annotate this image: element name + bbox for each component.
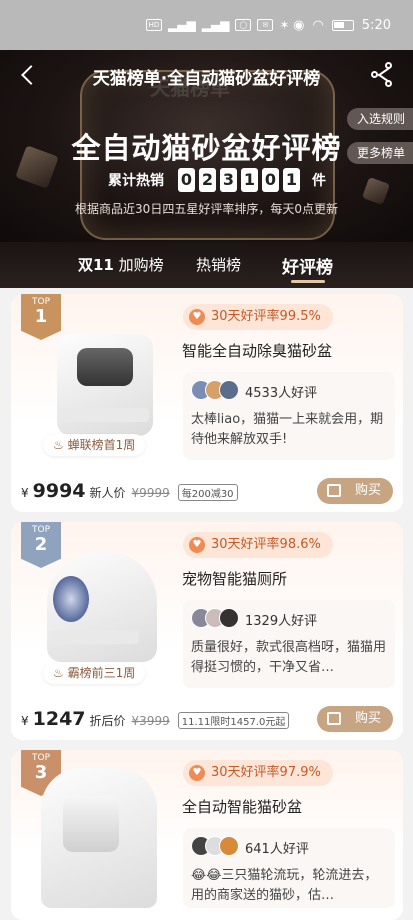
app-notification-icon: ◯: [235, 19, 252, 31]
review-box: 641人好评 😂😂三只猫轮流玩，轮流进去，用的商家送的猫砂，估…: [183, 828, 395, 908]
sales-unit: 件: [312, 173, 326, 189]
signal-icon: ▂▄▆: [168, 18, 196, 32]
review-count: 4533人好评: [245, 386, 318, 401]
avatar: [219, 836, 239, 856]
cart-icon: [327, 712, 341, 725]
sales-digit: 3: [220, 168, 237, 192]
original-price: ¥3999: [131, 714, 170, 728]
product-name[interactable]: 宠物智能猫厕所: [182, 568, 287, 589]
sales-digit: 2: [199, 168, 216, 192]
rank-tagline: ♨ 霸榜前三1周: [43, 662, 146, 684]
rating-badge: ♥ 30天好评率97.9%: [183, 760, 333, 786]
review-count: 641人好评: [245, 842, 309, 857]
review-text: 太棒liao，猫猫一上来就会用，期待他来解放双手!: [191, 412, 384, 447]
buy-button[interactable]: 购买: [317, 706, 393, 732]
signal-icon: ▂▄▆: [201, 18, 230, 32]
heart-icon: ♥: [189, 765, 205, 781]
page-title: 全自动猫砂盆好评榜: [71, 131, 342, 165]
review-box: 1329人好评 质量很好，款式很高档呀，猫猫用得挺习惯的，干净又省…: [183, 600, 395, 688]
reviewer-avatars: [191, 836, 239, 856]
status-time: 5:20: [361, 18, 391, 33]
price-line: ¥ 1247 折后价 ¥3999 11.11限时1457.0元起: [21, 708, 290, 730]
product-card[interactable]: TOP 3 ♥ 30天好评率97.9% 全自动智能猫砂盆 641人好评 😂😂三只猫…: [11, 750, 403, 920]
sales-digit: 0: [262, 168, 279, 192]
sales-label: 累计热销: [108, 173, 164, 189]
buy-button[interactable]: 购买: [317, 478, 393, 504]
avatar: [219, 380, 239, 400]
product-card[interactable]: TOP 2 ♨ 霸榜前三1周 ♥ 30天好评率98.6% 宠物智能猫厕所 1329…: [11, 522, 403, 740]
avatar: [219, 608, 239, 628]
promo-tag: 每200减30: [177, 484, 238, 501]
sales-digit: 1: [283, 168, 300, 192]
rating-badge: ♥ 30天好评率99.5%: [183, 304, 333, 330]
sales-digit: 0: [178, 168, 195, 192]
ranking-tabs: 双11 加购榜 热销榜 好评榜: [0, 242, 413, 288]
product-name[interactable]: 智能全自动除臭猫砂盆: [182, 340, 332, 361]
tab-label: 加购榜: [118, 256, 164, 274]
original-price: ¥9999: [131, 486, 170, 500]
product-image[interactable]: [57, 334, 153, 436]
rank-badge: TOP 2: [21, 522, 61, 568]
price-label: 折后价: [89, 714, 126, 728]
hd-icon: HD: [146, 19, 162, 31]
double11-logo: 双11: [78, 256, 114, 274]
status-icons: HD ▂▄▆ ▂▄▆ ◯ ✉ ✶: [146, 18, 289, 32]
battery-icon: [331, 20, 354, 31]
promo-tag: 11.11限时1457.0元起: [177, 712, 290, 729]
product-image[interactable]: [47, 552, 157, 662]
nav-title: 天猫榜单·全自动猫砂盆好评榜: [92, 69, 321, 89]
app-icon: ✶: [279, 18, 290, 32]
rank-tagline: ♨ 蝉联榜首1周: [43, 434, 146, 456]
tab-good-reviews[interactable]: 好评榜: [282, 253, 333, 278]
share-icon[interactable]: [371, 62, 397, 88]
reviewer-avatars: [191, 380, 239, 400]
sales-counter: 累计热销 0 2 3 1 0 1 件: [108, 168, 326, 192]
price: 9994: [32, 480, 86, 502]
cart-icon: [327, 484, 341, 497]
tab-add-to-cart[interactable]: 双11 加购榜: [78, 254, 164, 275]
review-text: 质量很好，款式很高档呀，猫猫用得挺习惯的，干净又省…: [191, 640, 387, 675]
hero-banner: 天猫榜单 天猫榜单·全自动猫砂盆好评榜 入选规则 更多榜单 全自动猫砂盆好评榜 …: [0, 50, 413, 242]
eye-icon: ◉: [293, 18, 305, 33]
reviewer-avatars: [191, 608, 239, 628]
status-bar: HD ▂▄▆ ▂▄▆ ◯ ✉ ✶ ◉ ◠ 5:20: [0, 0, 413, 50]
mail-icon: ✉: [257, 19, 274, 31]
review-box: 4533人好评 太棒liao，猫猫一上来就会用，期待他来解放双手!: [183, 372, 395, 460]
heart-icon: ♥: [189, 309, 205, 325]
wifi-icon: ◠: [312, 18, 324, 33]
review-text: 😂😂三只猫轮流玩，轮流进去，用的商家送的猫砂，估…: [191, 868, 378, 903]
tab-hot-sales[interactable]: 热销榜: [196, 254, 241, 275]
price-line: ¥ 9994 新人价 ¥9999 每200减30: [21, 480, 238, 502]
price-label: 新人价: [89, 486, 126, 500]
active-tab-indicator: [291, 280, 325, 283]
heart-icon: ♥: [189, 537, 205, 553]
rating-badge: ♥ 30天好评率98.6%: [183, 532, 333, 558]
sales-digit: 1: [241, 168, 258, 192]
review-count: 1329人好评: [245, 614, 318, 629]
price: 1247: [32, 708, 86, 730]
product-card[interactable]: TOP 1 ♨ 蝉联榜首1周 ♥ 30天好评率99.5% 智能全自动除臭猫砂盆 4…: [11, 294, 403, 512]
product-name[interactable]: 全自动智能猫砂盆: [182, 796, 302, 817]
rank-badge: TOP 1: [21, 294, 61, 340]
product-image[interactable]: [41, 768, 157, 908]
update-note: 根据商品近30日四五星好评率排序，每天0点更新: [75, 202, 338, 216]
